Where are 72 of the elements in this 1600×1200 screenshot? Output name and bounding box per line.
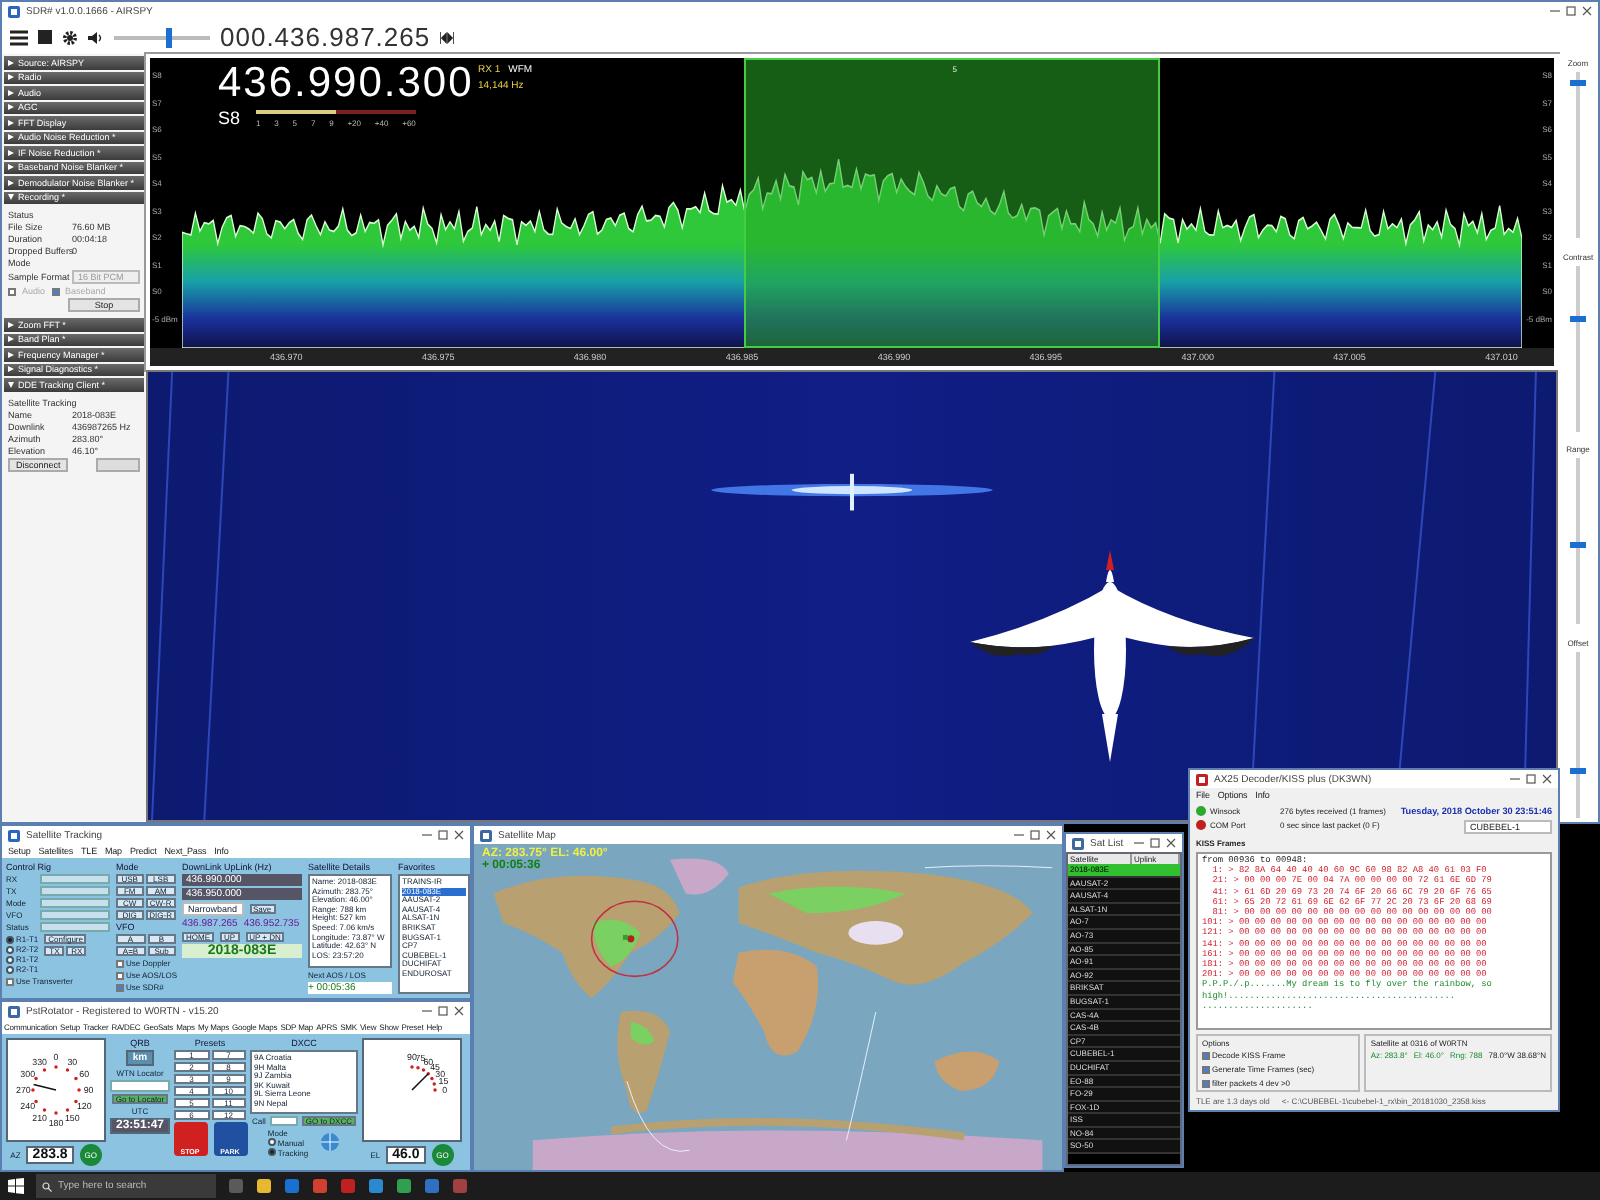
browser-icon[interactable]: [284, 1178, 300, 1194]
checkbox[interactable]: [51, 287, 60, 295]
caret-right-icon: [8, 336, 14, 343]
caret-right-icon: [8, 134, 14, 141]
input-field[interactable]: [40, 874, 110, 884]
maximize-icon[interactable]: [1030, 830, 1040, 840]
checkbox[interactable]: [8, 287, 16, 295]
input-field[interactable]: [40, 886, 110, 896]
radio-button[interactable]: [267, 1148, 276, 1157]
caret-right-icon: [8, 104, 14, 111]
close-icon[interactable]: [1166, 838, 1176, 848]
maximize-icon[interactable]: [1150, 838, 1160, 848]
s-meter-reading: S8: [218, 108, 241, 128]
caret-right-icon: [8, 59, 14, 66]
checkbox[interactable]: [116, 971, 124, 979]
task-view-icon[interactable]: [228, 1178, 244, 1194]
caret-right-icon: [8, 321, 14, 328]
radio-button[interactable]: [267, 1138, 276, 1147]
search-icon: [42, 1181, 52, 1191]
maximize-icon[interactable]: [438, 830, 448, 840]
checkbox[interactable]: [116, 983, 124, 991]
minimize-icon[interactable]: [422, 1006, 432, 1016]
locator-field[interactable]: [110, 1080, 170, 1092]
input-field[interactable]: [40, 898, 110, 908]
tuned-frequency: 436.990.300: [218, 62, 474, 106]
slider-thumb[interactable]: [166, 27, 173, 47]
radio-button[interactable]: [6, 945, 14, 953]
radio-button[interactable]: [6, 935, 14, 943]
caret-right-icon: [8, 89, 14, 96]
call-field[interactable]: [269, 1115, 298, 1126]
caret-right-icon: [8, 74, 14, 81]
minimize-icon[interactable]: [1014, 830, 1024, 840]
slider-thumb[interactable]: [1570, 80, 1586, 87]
caret-right-icon: [8, 164, 14, 171]
close-icon[interactable]: [1582, 6, 1592, 16]
maximize-icon[interactable]: [438, 1006, 448, 1016]
caret-right-icon: [8, 149, 14, 156]
radio-button[interactable]: [6, 965, 14, 973]
input-field[interactable]: [40, 910, 110, 920]
caret-right-icon: [8, 366, 14, 373]
caret-right-icon: [8, 351, 14, 358]
start-icon[interactable]: [8, 1178, 24, 1194]
menu-icon[interactable]: [10, 29, 28, 45]
speaker-icon[interactable]: [88, 29, 104, 45]
slider-thumb[interactable]: [1570, 315, 1586, 322]
minimize-icon[interactable]: [1550, 6, 1560, 16]
minimize-icon[interactable]: [1134, 838, 1144, 848]
checkbox[interactable]: [6, 977, 14, 985]
minimize-icon[interactable]: [1510, 774, 1520, 784]
settings-icon[interactable]: [62, 29, 78, 45]
caret-down-icon: [8, 381, 14, 388]
frequency-display[interactable]: 000.436.987.265: [220, 22, 431, 52]
checkbox[interactable]: [1202, 1051, 1210, 1059]
caret-right-icon: [8, 179, 14, 186]
minimize-icon[interactable]: [422, 830, 432, 840]
checkbox[interactable]: [116, 959, 124, 967]
caret-right-icon: [8, 119, 14, 126]
folder-icon[interactable]: [256, 1178, 272, 1194]
close-icon[interactable]: [1542, 774, 1552, 784]
close-icon[interactable]: [454, 1006, 464, 1016]
slider-thumb[interactable]: [1570, 541, 1586, 548]
slider-thumb[interactable]: [1570, 768, 1586, 775]
maximize-icon[interactable]: [1526, 774, 1536, 784]
input-field[interactable]: [40, 922, 110, 932]
close-icon[interactable]: [454, 830, 464, 840]
maximize-icon[interactable]: [1566, 6, 1576, 16]
checkbox[interactable]: [1202, 1079, 1210, 1087]
caret-down-icon: [8, 194, 14, 201]
radio-button[interactable]: [6, 955, 14, 963]
close-icon[interactable]: [1046, 830, 1056, 840]
step-icon[interactable]: [440, 31, 455, 43]
checkbox[interactable]: [1202, 1065, 1210, 1073]
